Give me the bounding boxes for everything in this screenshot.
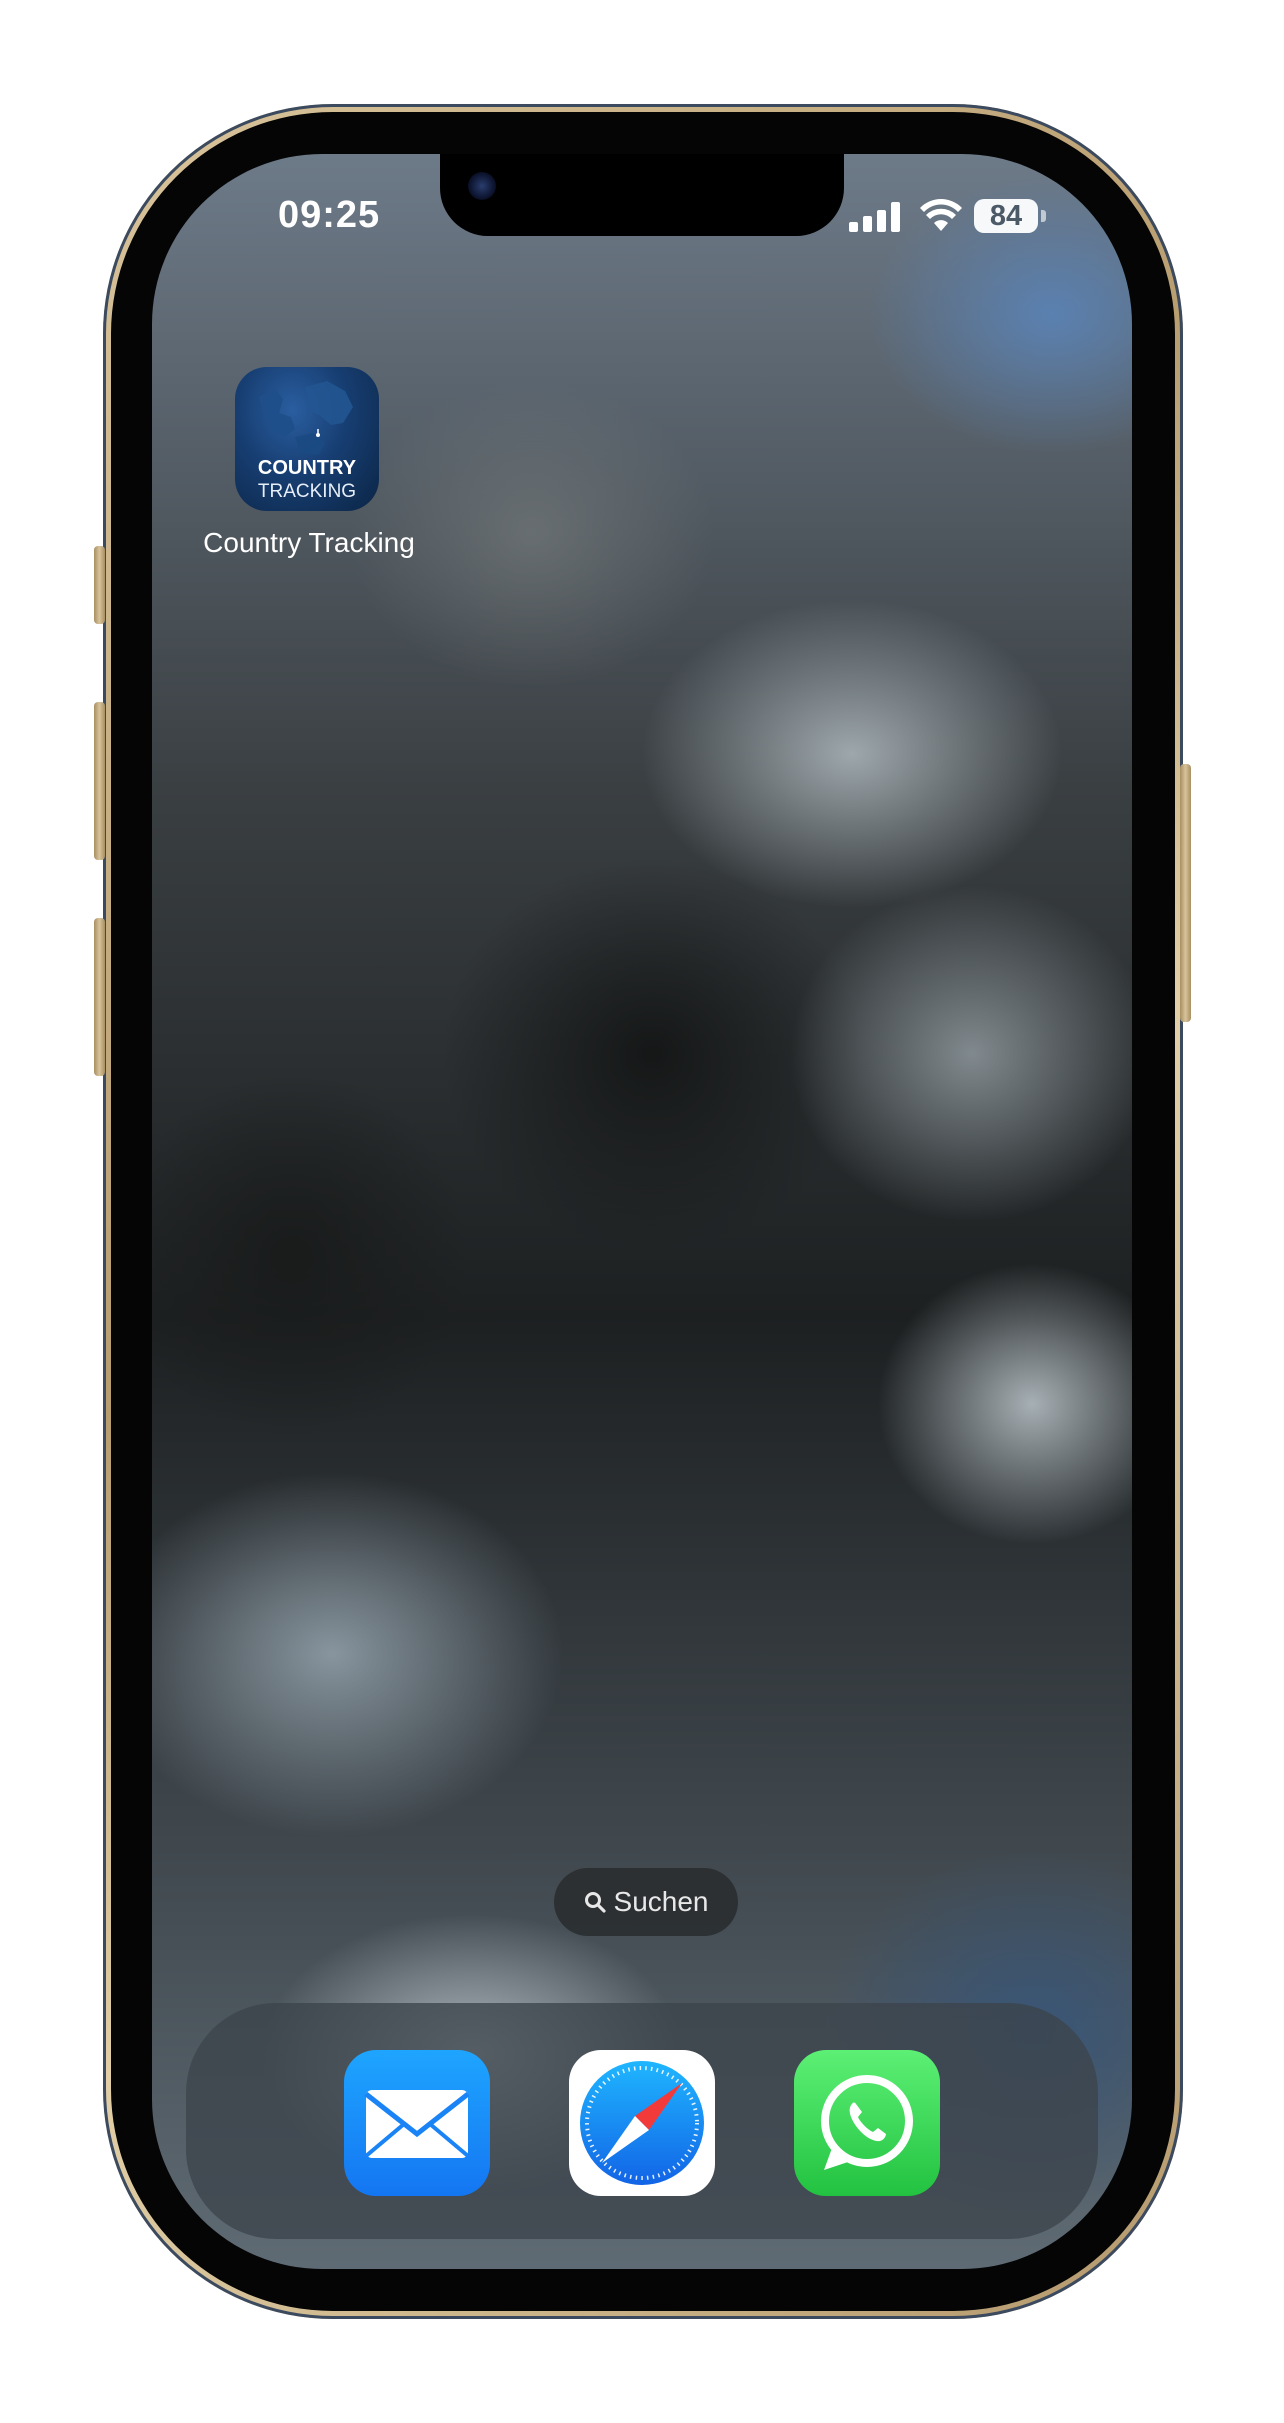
search-icon [584,1892,606,1913]
app-icon-title-line2: TRACKING [257,481,357,502]
dock-app-safari[interactable] [569,2050,715,2196]
whatsapp-icon [821,2075,913,2170]
safari-compass-icon [580,2061,704,2185]
volume-up-button [94,702,105,860]
spotlight-search-button[interactable]: Suchen [554,1868,738,1936]
mail-icon [364,2090,470,2158]
country-tracking-app-icon[interactable]: COUNTRY TRACKING [235,367,379,511]
app-icon-title-line1: COUNTRY [257,457,357,479]
volume-down-button [94,918,105,1076]
home-screen: 09:25 84 COUNTRY TRACKING Country Tracki… [152,154,1132,2269]
silent-switch [94,546,105,624]
front-camera [468,172,496,200]
dock [186,2003,1098,2239]
app-country-tracking[interactable]: COUNTRY TRACKING Country Tracking [203,367,415,558]
notch [440,154,844,236]
status-time: 09:25 [278,194,381,236]
side-button [1180,764,1191,1022]
wifi-icon [920,199,962,231]
battery-cap [1041,210,1046,222]
search-label: Suchen [613,1886,709,1917]
cellular-signal-icon [849,202,903,232]
dock-app-whatsapp[interactable] [794,2050,940,2196]
app-label: Country Tracking [203,527,415,558]
battery-indicator: 84 [974,199,1038,233]
dock-app-mail[interactable] [344,2050,490,2196]
